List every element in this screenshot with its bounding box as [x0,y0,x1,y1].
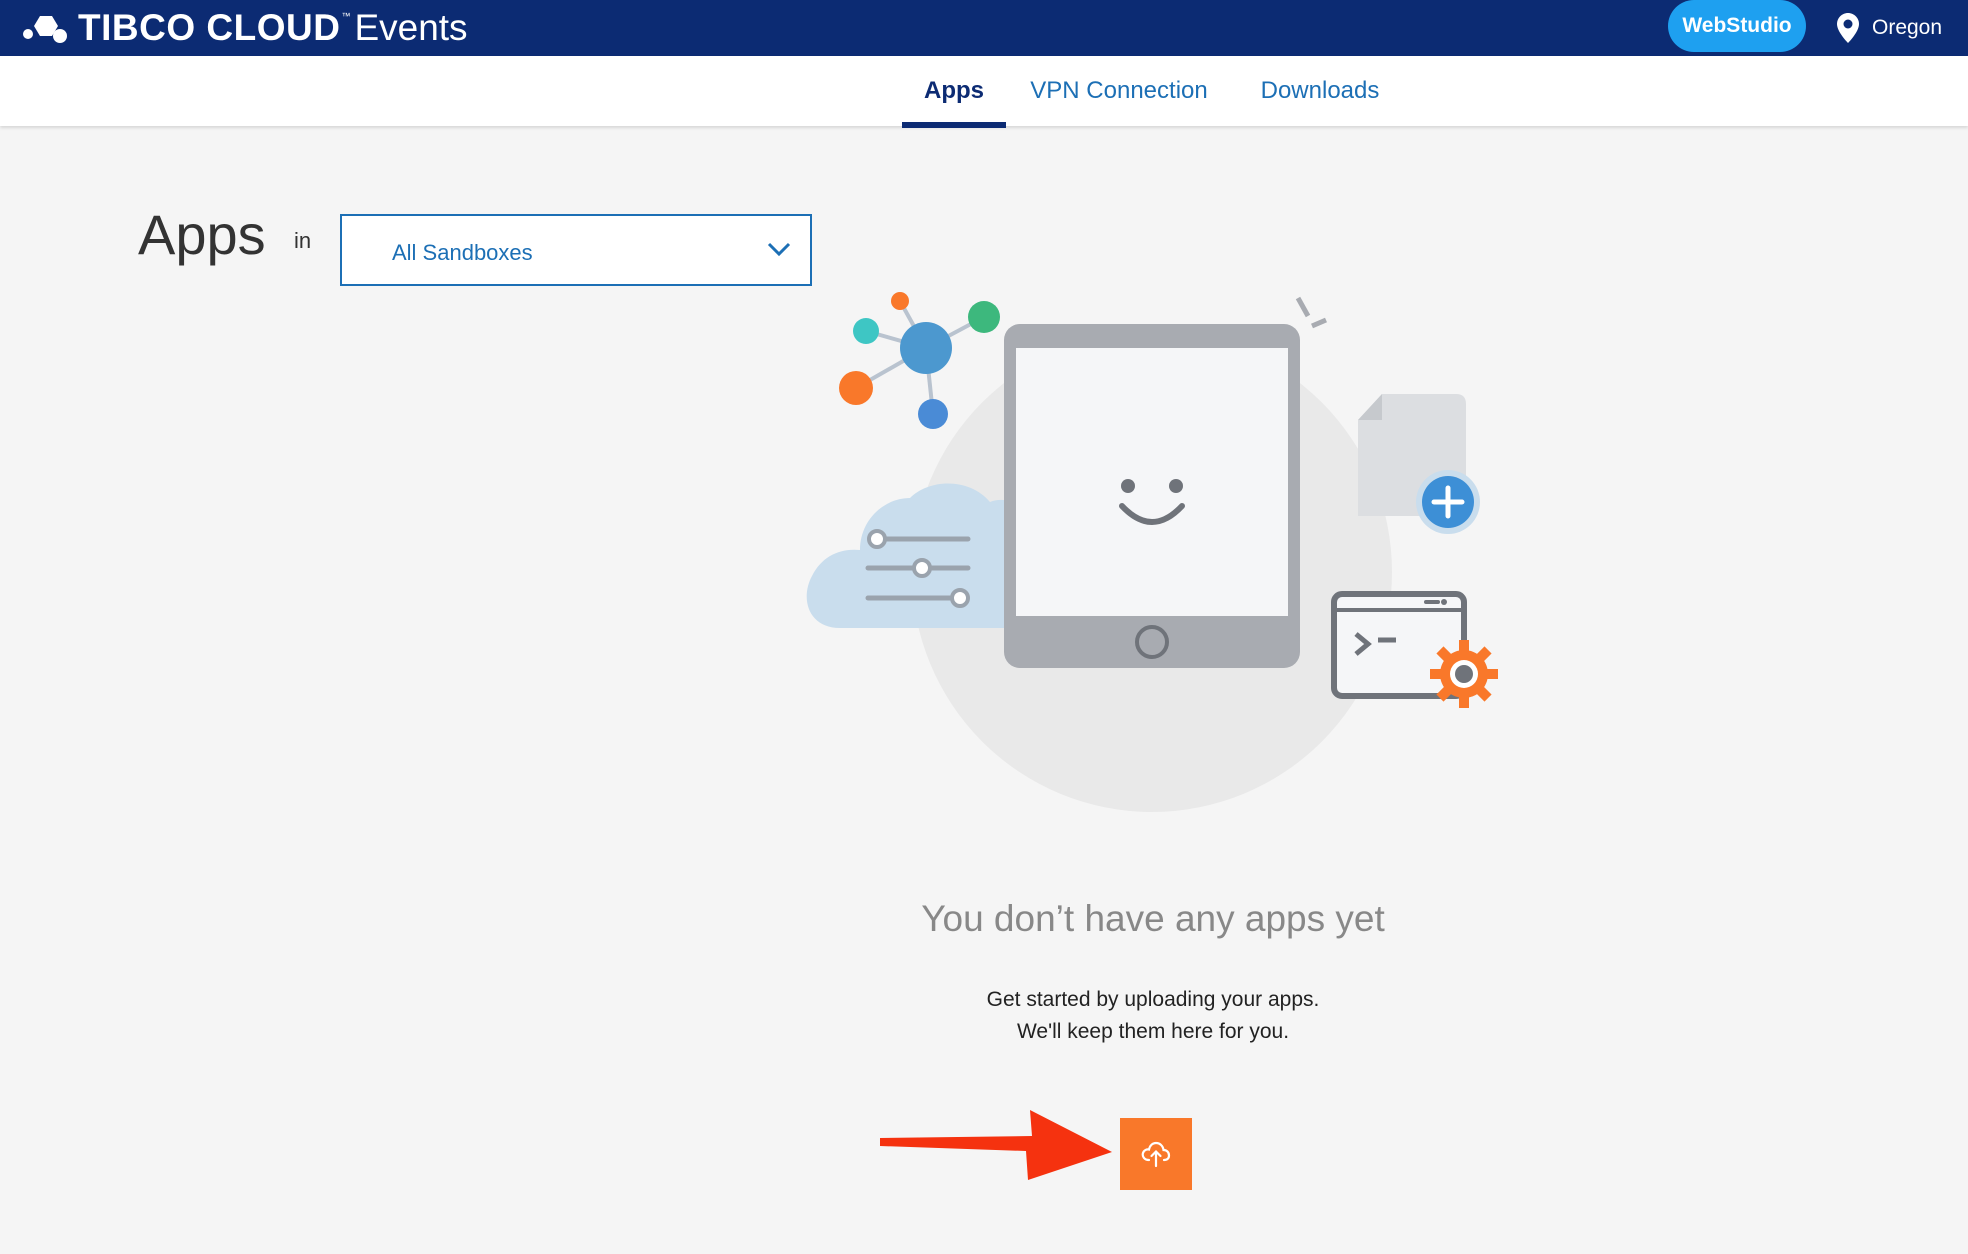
cloud-settings-icon [806,483,1018,628]
empty-state-line-2: We'll keep them here for you. [1016,1020,1290,1043]
top-bar: TIBCO CLOUD ™ Events WebStudio Oregon [0,0,1968,56]
upload-app-button[interactable] [1120,1118,1192,1190]
empty-state-title: You don’t have any apps yet [921,898,1385,939]
chevron-down-icon [767,242,791,257]
region-selector[interactable]: Oregon [1836,8,1942,48]
empty-state-line-1: Get started by uploading your apps. [986,988,1320,1011]
active-tab-indicator [902,122,1006,128]
page-title: Apps [138,203,266,266]
region-label: Oregon [1872,16,1943,39]
tab-vpn-connection[interactable]: VPN Connection [1024,56,1214,126]
empty-state-description: Get started by uploading your apps. We'l… [0,984,1968,1048]
tab-bar: Apps VPN Connection Downloads [0,56,1968,126]
brand-logo[interactable]: TIBCO CLOUD ™ Events [18,4,468,52]
in-label: in [294,228,312,253]
cloud-upload-icon [1141,1141,1171,1168]
tablet-smiley-icon [1004,296,1327,668]
webstudio-button[interactable]: WebStudio [1668,0,1806,52]
sandbox-selected-value: All Sandboxes [392,240,533,265]
annotation-arrow-icon [880,1110,1112,1180]
network-nodes-icon [839,292,1000,429]
sandbox-select[interactable]: All Sandboxes [340,214,812,286]
tibco-logo-icon [23,16,67,43]
empty-state-illustration [806,292,1498,812]
tab-downloads[interactable]: Downloads [1250,56,1390,126]
brand-name: TIBCO CLOUD [78,7,341,48]
tab-apps[interactable]: Apps [902,56,1006,126]
terminal-gear-icon [1331,591,1498,708]
add-document-icon [1358,394,1480,534]
brand-product: Events [354,7,468,48]
brand-trademark: ™ [341,11,351,21]
location-pin-icon [1837,13,1859,43]
